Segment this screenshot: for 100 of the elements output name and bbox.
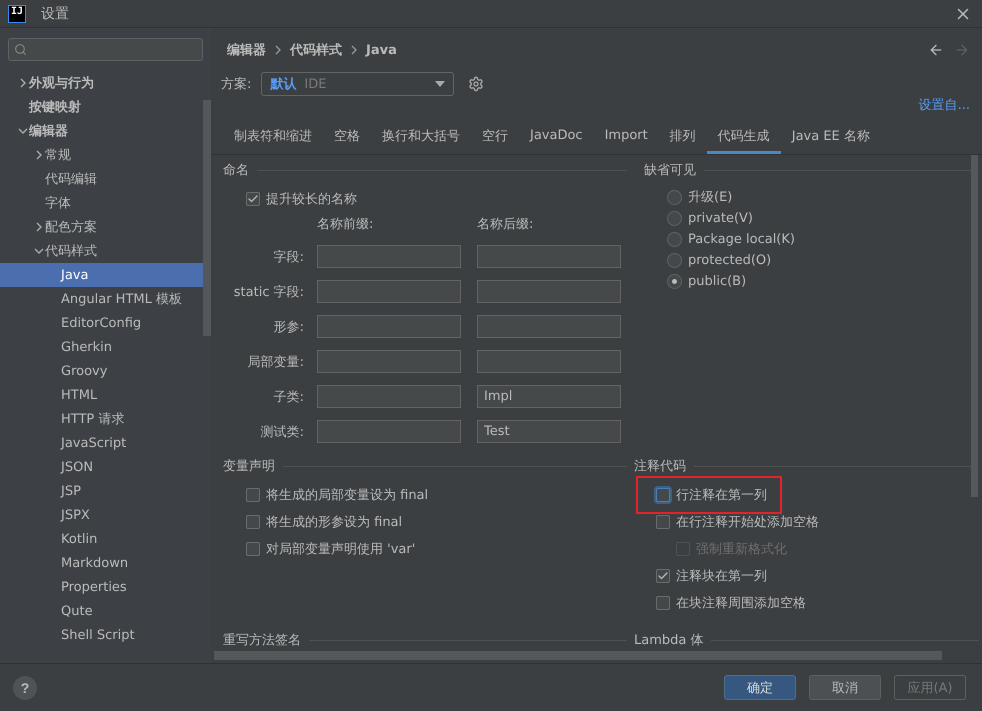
radio-button[interactable]: [667, 190, 682, 204]
search-icon: [14, 43, 27, 56]
scheme-dropdown[interactable]: 默认 IDE: [261, 72, 454, 96]
scrollbar-thumb[interactable]: [971, 155, 978, 497]
set-from-link[interactable]: 设置自...: [918, 96, 970, 118]
checkbox[interactable]: [656, 569, 670, 583]
tree-item[interactable]: Markdown: [0, 551, 203, 575]
tree-item[interactable]: 代码样式: [0, 239, 203, 263]
tab[interactable]: JavaDoc: [519, 120, 594, 154]
tree-item[interactable]: 按键映射: [0, 95, 203, 119]
option-label: 将生成的局部变量设为 final: [266, 487, 428, 504]
tree-item[interactable]: Angular HTML 模板: [0, 287, 203, 311]
help-button[interactable]: ?: [13, 676, 37, 700]
tree-item[interactable]: JavaScript: [0, 431, 203, 455]
tree-item[interactable]: Java: [0, 263, 203, 287]
tab[interactable]: 换行和大括号: [371, 120, 471, 154]
checkbox[interactable]: [656, 488, 670, 502]
tree-item[interactable]: 字体: [0, 191, 203, 215]
scrollbar-thumb[interactable]: [214, 651, 942, 660]
column-header: 名称后缀:: [477, 216, 534, 233]
option-label: 升级(E): [688, 189, 732, 206]
tree-item[interactable]: JSP: [0, 479, 203, 503]
suffix-field[interactable]: [477, 245, 621, 268]
tab[interactable]: 制表符和缩进: [223, 120, 323, 154]
checkbox[interactable]: [656, 596, 670, 610]
radio-button[interactable]: [667, 274, 682, 288]
tree-item[interactable]: 配色方案: [0, 215, 203, 239]
tab[interactable]: 代码生成: [706, 120, 781, 154]
tree-item[interactable]: 编辑器: [0, 119, 203, 143]
tree-item[interactable]: HTTP 请求: [0, 407, 203, 431]
dialog-button[interactable]: 确定: [724, 675, 796, 700]
prefix-field[interactable]: [317, 420, 461, 443]
scheme-label: 方案:: [221, 76, 252, 93]
field-label: 字段:: [272, 248, 304, 266]
tab[interactable]: Import: [594, 120, 659, 154]
section-title: Lambda 体: [634, 632, 704, 649]
option-label: public(B): [688, 274, 746, 288]
option-label: 对局部变量声明使用 'var': [266, 541, 416, 558]
option-label: 提升较长的名称: [266, 191, 357, 208]
tree-item[interactable]: Qute: [0, 599, 203, 623]
breadcrumb-item[interactable]: Java: [366, 42, 397, 58]
tree-item[interactable]: Properties: [0, 575, 203, 599]
tab[interactable]: 空行: [471, 120, 519, 154]
tree-item[interactable]: Kotlin: [0, 527, 203, 551]
option-label: 将生成的形参设为 final: [266, 514, 402, 531]
checkbox[interactable]: [656, 515, 670, 529]
section-title: 注释代码: [634, 458, 686, 475]
option-label: private(V): [688, 210, 753, 226]
checkbox[interactable]: [246, 515, 260, 529]
radio-button[interactable]: [667, 252, 682, 268]
dialog-button[interactable]: 取消: [809, 675, 881, 700]
tree-item[interactable]: JSON: [0, 455, 203, 479]
suffix-field[interactable]: [477, 280, 621, 303]
suffix-field[interactable]: [477, 315, 621, 338]
suffix-field[interactable]: [477, 350, 621, 373]
prefix-field[interactable]: [317, 350, 461, 373]
checkbox[interactable]: [246, 192, 260, 206]
tree-item[interactable]: 代码编辑: [0, 167, 203, 191]
prefix-field[interactable]: [317, 280, 461, 303]
tree-item[interactable]: 外观与行为: [0, 71, 203, 95]
app-logo: IJ: [8, 4, 26, 22]
field-label: 形参:: [272, 318, 304, 336]
checkbox[interactable]: [246, 488, 260, 502]
prefix-field[interactable]: [317, 385, 461, 408]
section-title: 变量声明: [223, 458, 275, 475]
option-label: Package local(K): [688, 232, 795, 246]
option-label: 在行注释开始处添加空格: [676, 514, 819, 531]
tab[interactable]: 空格: [323, 120, 371, 154]
tree-item[interactable]: Groovy: [0, 359, 203, 383]
breadcrumb-item[interactable]: 编辑器: [227, 41, 266, 59]
tab[interactable]: 排列: [658, 120, 707, 154]
radio-button[interactable]: [667, 210, 682, 226]
suffix-field[interactable]: Test: [477, 420, 621, 443]
tree-item[interactable]: 常规: [0, 143, 203, 167]
settings-button[interactable]: [468, 76, 484, 92]
search-field[interactable]: [8, 38, 203, 61]
tree-item[interactable]: Shell Script: [0, 623, 203, 647]
tree-item[interactable]: HTML: [0, 383, 203, 407]
tree-item[interactable]: JSPX: [0, 503, 203, 527]
section-title: 重写方法签名: [223, 632, 301, 649]
section-title: 缺省可见: [644, 162, 696, 179]
field-label: 局部变量:: [246, 354, 304, 370]
option-label: 注释块在第一列: [676, 568, 767, 585]
tree-item[interactable]: EditorConfig: [0, 311, 203, 335]
field-label: 测试类:: [260, 424, 304, 440]
radio-button[interactable]: [667, 232, 682, 246]
suffix-field[interactable]: Impl: [477, 385, 621, 408]
tree-item[interactable]: Gherkin: [0, 335, 203, 359]
prefix-field[interactable]: [317, 315, 461, 338]
option-label: protected(O): [688, 252, 772, 268]
prefix-field[interactable]: [317, 245, 461, 268]
back-button[interactable]: [928, 42, 944, 58]
field-label: 子类:: [272, 388, 304, 406]
section-title: 命名: [223, 162, 249, 179]
scrollbar-thumb[interactable]: [203, 100, 211, 336]
tab[interactable]: Java EE 名称: [780, 120, 881, 154]
checkbox[interactable]: [246, 542, 260, 556]
caret-icon: [435, 81, 446, 87]
breadcrumb-item[interactable]: 代码样式: [290, 41, 342, 59]
field-label: static 字段:: [232, 284, 304, 300]
